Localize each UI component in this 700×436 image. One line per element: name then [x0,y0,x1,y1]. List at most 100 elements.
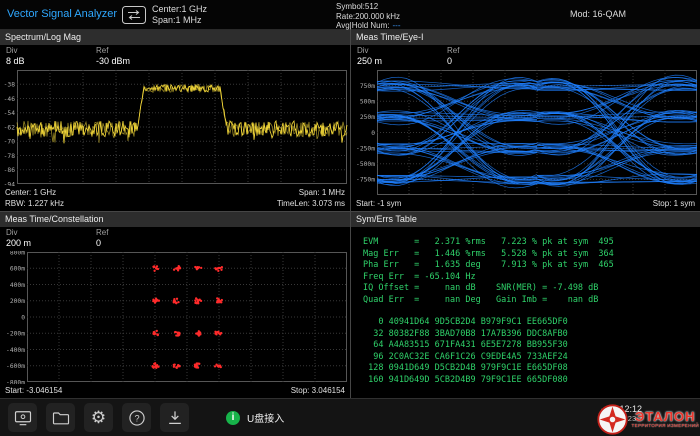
symbol-hex-table: 0 40941D64 9D5CB2D4 B979F9C1 EE665DF0 32… [363,317,700,386]
sym-err-line: Pha Err = 1.635 deg 7.913 % pk at sym 46… [363,260,700,272]
span-readout: Span:1 MHz [152,15,207,26]
download-icon [165,408,185,428]
spectrum-timelen-label: TimeLen: 3.073 ms [277,198,345,209]
svg-text:-600m: -600m [6,363,25,370]
gear-icon: ⚙ [91,409,106,426]
constellation-panel: Meas Time/Constellation Div 200 m Ref 0 … [0,212,350,398]
spectrum-panel-header: Spectrum/Log Mag [0,30,350,45]
svg-text:750m: 750m [360,83,375,90]
svg-text:-86: -86 [4,167,16,174]
constellation-ref-control[interactable]: Ref 0 [96,228,108,249]
constellation-footer: Start: -3.046154 Stop: 3.046154 [0,384,350,398]
loop-icon [122,6,146,24]
eye-start-label: Start: -1 sym [356,197,401,211]
svg-text:800m: 800m [10,251,25,256]
help-button[interactable]: ? [122,403,151,432]
sym-hex-row: 96 2C0AC32E CA6F1C26 C9EDE4A5 733AEF24 [363,352,700,364]
eye-div-value: 250 m [357,56,382,67]
eye-panel: Meas Time/Eye-I Div 250 m Ref 0 750m500m… [351,30,700,211]
constellation-controls: Div 200 m Ref 0 [0,227,350,251]
sym-hex-row: 128 0941D649 D5CB2D4B 979F9C1E E665DF08 [363,363,700,375]
svg-text:?: ? [134,413,139,423]
watermark-title: ЭТАЛОН [635,410,696,423]
usb-status: i U盘接入 [226,410,284,425]
sym-err-line: Freq Err = -65.104 Hz [363,272,700,284]
etalon-watermark: ЭТАЛОН ТЕРРИТОРИЯ ИЗМЕРЕНИЙ [596,403,699,436]
eye-diagram-plot: 750m 500m 250m 0 -250m -500m -750m [351,69,700,197]
spectrum-footer: Center: 1 GHz RBW: 1.227 kHz Span: 1 MHz… [0,186,350,211]
constellation-div-control[interactable]: Div 200 m [6,228,31,249]
eye-footer: Start: -1 sym Stop: 1 sym [351,197,700,211]
constellation-stop-label: Stop: 3.046154 [291,384,345,398]
error-metrics: EVM = 2.371 %rms 7.223 % pk at sym 495Ma… [363,237,700,306]
sym-err-line: EVM = 2.371 %rms 7.223 % pk at sym 495 [363,237,700,249]
sym-err-line: IQ Offset = nan dB SNR(MER) = -7.498 dB [363,283,700,295]
eye-ref-control[interactable]: Ref 0 [447,46,459,67]
mod-readout: Mod: 16-QAM [570,9,626,20]
svg-text:600m: 600m [10,266,25,273]
constellation-plot: 800m600m400m200m0-200m-400m-600m-800m [0,251,350,384]
rate-readout: Rate:200.000 kHz [336,12,401,22]
svg-text:250m: 250m [360,114,375,121]
sym-errs-panel: Sym/Errs Table EVM = 2.371 %rms 7.223 % … [351,212,700,398]
avg-hold-value: --- [393,21,401,30]
svg-text:0: 0 [21,314,25,321]
svg-text:400m: 400m [10,282,25,289]
settings-button[interactable]: ⚙ [84,403,113,432]
sym-err-line: Mag Err = 1.446 %rms 5.528 % pk at sym 3… [363,249,700,261]
spectrum-plot-area: -38-46-54-62-70-78-86-94 [0,69,350,186]
eye-controls: Div 250 m Ref 0 [351,45,700,69]
etalon-emblem-icon [596,403,629,436]
constellation-div-value: 200 m [6,238,31,249]
svg-text:-750m: -750m [356,177,375,184]
sym-hex-row: 0 40941D64 9D5CB2D4 B979F9C1 EE665DF0 [363,317,700,329]
svg-text:-38: -38 [4,82,16,89]
info-icon: i [226,411,240,425]
constellation-plot-area: 800m600m400m200m0-200m-400m-600m-800m [0,251,350,384]
spectrum-ref-control[interactable]: Ref -30 dBm [96,46,130,67]
svg-text:-70: -70 [4,139,16,146]
spectrum-div-control[interactable]: Div 8 dB [6,46,25,67]
eye-plot-area: 750m 500m 250m 0 -250m -500m -750m [351,69,700,197]
screenshot-icon [13,408,33,428]
spectrum-div-value: 8 dB [6,56,25,67]
folder-icon [51,408,71,428]
top-bar: Vector Signal Analyzer Center:1 GHz Span… [0,0,700,30]
svg-text:-54: -54 [4,110,16,117]
freq-readout: Center:1 GHz Span:1 MHz [152,4,207,26]
svg-text:-78: -78 [4,153,16,160]
constellation-ref-value: 0 [96,238,108,249]
sym-hex-row: 160 941D649D 5CB2D4B9 79F9C1EE 665DF080 [363,375,700,387]
svg-text:-200m: -200m [6,331,25,338]
svg-text:0: 0 [371,130,375,137]
usb-status-text: U盘接入 [247,410,284,425]
sym-err-line: Quad Err = nan Deg Gain Imb = nan dB [363,295,700,307]
sym-errs-table-body: EVM = 2.371 %rms 7.223 % pk at sym 495Ma… [351,227,700,398]
svg-text:-62: -62 [4,124,16,131]
svg-text:-46: -46 [4,96,16,103]
screenshot-button[interactable] [8,403,37,432]
sym-hex-row: 64 A4A83515 671FA431 6E5E7278 BB955F30 [363,340,700,352]
file-manager-button[interactable] [46,403,75,432]
spectrum-plot: -38-46-54-62-70-78-86-94 [0,69,350,186]
svg-text:500m: 500m [360,99,375,106]
sym-errs-panel-header: Sym/Errs Table [351,212,700,227]
constellation-panel-header: Meas Time/Constellation [0,212,350,227]
svg-text:-500m: -500m [356,161,375,168]
eye-stop-label: Stop: 1 sym [653,197,695,211]
symbol-readout: Symbol:512 [336,2,401,12]
continuous-sweep-button[interactable] [122,6,146,24]
app-title: Vector Signal Analyzer [7,8,117,20]
svg-text:-800m: -800m [6,379,25,384]
spectrum-ref-value: -30 dBm [96,56,130,67]
trace-grid: Spectrum/Log Mag Div 8 dB Ref -30 dBm -3… [0,30,700,398]
spectrum-span-label: Span: 1 MHz [277,187,345,198]
sym-hex-row: 32 80382F88 3BAD70B8 17A7B396 DDC8AFB0 [363,329,700,341]
eye-ref-value: 0 [447,56,459,67]
modulation-readout: Mod: 16-QAM [570,9,626,20]
spectrum-rbw-label: RBW: 1.227 kHz [5,198,64,209]
save-button[interactable] [160,403,189,432]
svg-text:-250m: -250m [356,145,375,152]
eye-div-control[interactable]: Div 250 m [357,46,382,67]
help-icon: ? [127,408,147,428]
